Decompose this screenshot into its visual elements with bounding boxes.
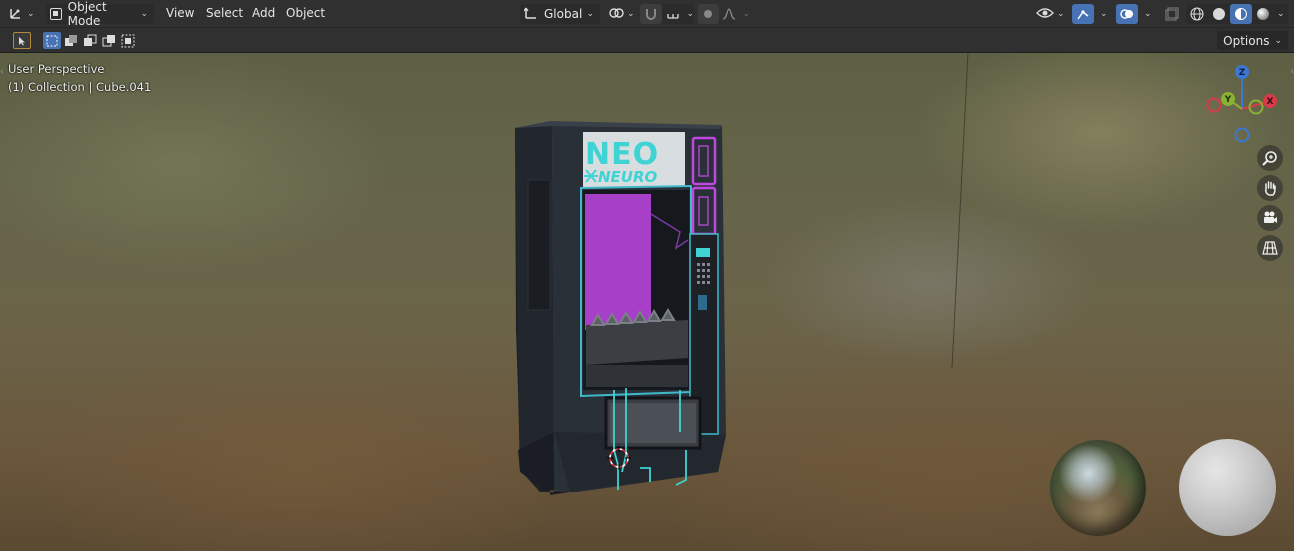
- logo-neuro: NEURO: [598, 168, 658, 186]
- collection-label: (1) Collection | Cube.041: [8, 80, 152, 94]
- axes-editor-icon: [8, 5, 24, 24]
- chevron-down-icon: ⌄: [627, 9, 635, 19]
- pivot-point-icon: [608, 5, 624, 24]
- perspective-label: User Perspective: [8, 62, 105, 76]
- overlays-dropdown[interactable]: ⌄: [1116, 4, 1152, 24]
- xray-toggle-icon[interactable]: [1164, 4, 1180, 24]
- select-subtract-icon[interactable]: [81, 32, 99, 49]
- select-new-icon[interactable]: [43, 32, 61, 49]
- shading-group: ⌄: [1186, 4, 1288, 24]
- chevron-down-icon: ⌄: [1100, 9, 1108, 19]
- options-dropdown[interactable]: Options ⌄: [1217, 31, 1288, 50]
- chevron-down-icon: ⌄: [27, 9, 35, 19]
- material-preview-sphere: [1179, 439, 1276, 536]
- tool-settings-bar: Options ⌄: [0, 28, 1294, 53]
- logo-neo: NEO: [585, 137, 659, 172]
- editor-type-dropdown[interactable]: ⌄: [8, 4, 35, 24]
- toolbar-expand-arrow-icon[interactable]: ‹: [0, 67, 4, 77]
- hand-pan-icon[interactable]: [1257, 175, 1283, 201]
- menu-add[interactable]: Add: [252, 6, 275, 20]
- solid-shading-icon[interactable]: [1208, 4, 1230, 24]
- wireframe-shading-icon[interactable]: [1186, 4, 1208, 24]
- snap-group: ⌄: [640, 4, 694, 24]
- hdri-preview-sphere: [1050, 440, 1146, 536]
- perspective-grid-icon[interactable]: [1257, 235, 1283, 261]
- chevron-down-icon[interactable]: ⌄: [1277, 9, 1285, 19]
- select-tool-icon[interactable]: [13, 32, 31, 49]
- 3d-cursor-icon[interactable]: [606, 445, 632, 471]
- viewport-header: ⌄ Object Mode ⌄ View Select Add Object G…: [0, 0, 1294, 28]
- select-extend-icon[interactable]: [62, 32, 80, 49]
- gizmo-dropdown[interactable]: ⌄: [1072, 4, 1108, 24]
- gizmo-x-label: X: [1267, 97, 1274, 107]
- gizmo-neg-x[interactable]: [1206, 97, 1222, 113]
- mode-label: Object Mode: [67, 0, 107, 28]
- falloff-curve-icon[interactable]: [719, 4, 740, 24]
- snap-increment-icon[interactable]: [662, 4, 684, 24]
- 3d-viewport[interactable]: ‹ ‹ User Perspective (1) Collection | Cu…: [0, 53, 1294, 551]
- background-branch: [951, 53, 969, 369]
- chevron-down-icon[interactable]: ⌄: [686, 9, 694, 19]
- chevron-down-icon: ⌄: [140, 9, 148, 19]
- gizmo-y-label: Y: [1224, 95, 1232, 105]
- options-label: Options: [1223, 33, 1270, 48]
- sidebar-expand-arrow-icon[interactable]: ‹: [1290, 67, 1294, 77]
- eye-icon: [1036, 6, 1054, 23]
- menu-view[interactable]: View: [166, 6, 194, 20]
- orientation-label: Global: [544, 7, 583, 21]
- pivot-dropdown[interactable]: ⌄: [608, 4, 635, 24]
- transform-orientation-icon: [523, 6, 538, 23]
- chevron-down-icon[interactable]: ⌄: [742, 9, 750, 19]
- menu-select[interactable]: Select: [206, 6, 243, 20]
- chevron-down-icon: ⌄: [1144, 9, 1152, 19]
- chevron-down-icon: ⌄: [586, 9, 594, 19]
- rendered-shading-icon[interactable]: [1252, 4, 1274, 24]
- gizmo-toggle-icon[interactable]: [1072, 4, 1094, 24]
- proportional-edit-group: ⌄: [698, 4, 750, 24]
- zoom-icon[interactable]: [1257, 145, 1283, 171]
- gizmo-z-label: Z: [1239, 68, 1246, 78]
- navigation-gizmo[interactable]: Z X Y: [1200, 61, 1290, 151]
- chevron-down-icon: ⌄: [1274, 35, 1282, 46]
- proportional-edit-icon[interactable]: [698, 4, 719, 24]
- select-intersect-icon[interactable]: [119, 32, 137, 49]
- overlays-toggle-icon[interactable]: [1116, 4, 1138, 24]
- snap-toggle-icon[interactable]: [640, 4, 662, 24]
- vending-machine-model[interactable]: NEO NEURO: [510, 120, 740, 500]
- menu-object[interactable]: Object: [286, 6, 325, 20]
- object-mode-icon: [50, 8, 62, 20]
- material-preview-shading-icon[interactable]: [1230, 4, 1252, 24]
- gizmo-neg-z[interactable]: [1234, 127, 1250, 143]
- mode-dropdown[interactable]: Object Mode ⌄: [46, 0, 154, 28]
- select-invert-icon[interactable]: [100, 32, 118, 49]
- visibility-dropdown[interactable]: ⌄: [1036, 4, 1065, 24]
- chevron-down-icon: ⌄: [1057, 9, 1065, 19]
- orientation-dropdown[interactable]: Global ⌄: [520, 4, 600, 24]
- camera-view-icon[interactable]: [1257, 205, 1283, 231]
